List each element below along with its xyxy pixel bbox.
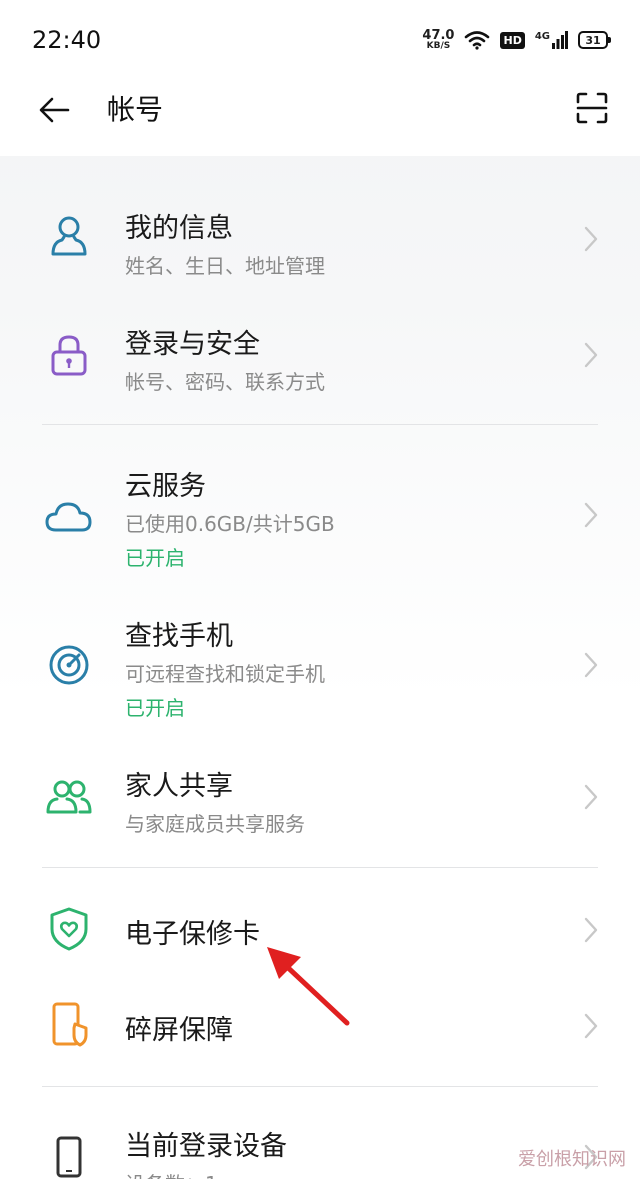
page-title: 帐号 — [107, 93, 164, 126]
chevron-right-icon — [584, 502, 598, 528]
status-icons: 47.0 KB/S HD 4G 31 — [422, 26, 611, 54]
network-speed-unit: KB/S — [426, 41, 451, 51]
app-header: 帐号 — [0, 80, 640, 156]
lock-icon — [51, 335, 87, 376]
chevron-right-icon — [584, 342, 598, 368]
chevron-right-icon — [584, 226, 598, 252]
arrow-left-icon[interactable] — [34, 90, 74, 130]
network-speed: 47.0 KB/S — [422, 29, 454, 51]
menu-item-title: 碎屏保障 — [125, 1015, 233, 1046]
status-bar: 22:40 47.0 KB/S HD 4G 31 — [0, 0, 640, 80]
menu-item-title: 登录与安全 — [125, 329, 260, 360]
menu-item-my-info[interactable]: 我的信息 姓名、生日、地址管理 — [0, 200, 640, 290]
menu-item-subtitle: 帐号、密码、联系方式 — [125, 370, 325, 394]
network-type-label: 4G — [534, 31, 550, 42]
annotation-arrow-icon — [267, 947, 350, 1026]
menu-item-subtitle: 姓名、生日、地址管理 — [125, 254, 325, 278]
menu-item-subtitle: 与家庭成员共享服务 — [125, 812, 305, 836]
status-time: 22:40 — [32, 26, 102, 54]
status-text: 已开启 — [125, 696, 185, 720]
section-divider — [42, 867, 598, 868]
phone-shield-icon — [52, 1002, 88, 1047]
watermark-text: 爱创根知识网 — [518, 1149, 626, 1170]
family-icon — [46, 780, 92, 814]
status-text: 已开启 — [125, 546, 185, 570]
chevron-right-icon — [584, 784, 598, 810]
chevron-right-icon — [584, 1013, 598, 1039]
menu-item-title: 我的信息 — [125, 213, 233, 244]
scan-icon[interactable] — [574, 90, 610, 126]
section-divider — [42, 1086, 598, 1087]
menu-item-cloud-service[interactable]: 云服务 已使用0.6GB/共计5GB 已开启 — [0, 458, 640, 578]
menu-item-title: 查找手机 — [125, 621, 233, 652]
radar-icon — [49, 645, 89, 685]
menu-item-title: 当前登录设备 — [125, 1131, 287, 1162]
chevron-right-icon — [584, 917, 598, 943]
user-icon — [51, 216, 87, 256]
section-divider — [42, 424, 598, 425]
chevron-right-icon — [584, 652, 598, 678]
cloud-icon — [45, 502, 92, 532]
menu-item-title: 家人共享 — [125, 771, 233, 802]
wifi-icon — [465, 31, 490, 50]
menu-item-family-sharing[interactable]: 家人共享 与家庭成员共享服务 — [0, 758, 640, 848]
menu-item-subtitle: 设备数：1 — [125, 1168, 218, 1179]
menu-item-login-security[interactable]: 登录与安全 帐号、密码、联系方式 — [0, 316, 640, 406]
phone-icon — [56, 1136, 82, 1178]
shield-heart-icon — [50, 907, 88, 951]
hd-badge: HD — [500, 31, 525, 49]
cellular-signal: 4G — [535, 31, 568, 49]
menu-item-title: 云服务 — [125, 471, 206, 502]
menu-item-subtitle: 已使用0.6GB/共计5GB — [125, 512, 335, 536]
battery-indicator: 31 — [578, 31, 611, 49]
menu-item-subtitle: 可远程查找和锁定手机 — [125, 662, 325, 686]
menu-item-title: 电子保修卡 — [125, 919, 260, 950]
signal-bars-icon — [552, 31, 568, 49]
menu-item-find-phone[interactable]: 查找手机 可远程查找和锁定手机 已开启 — [0, 608, 640, 728]
